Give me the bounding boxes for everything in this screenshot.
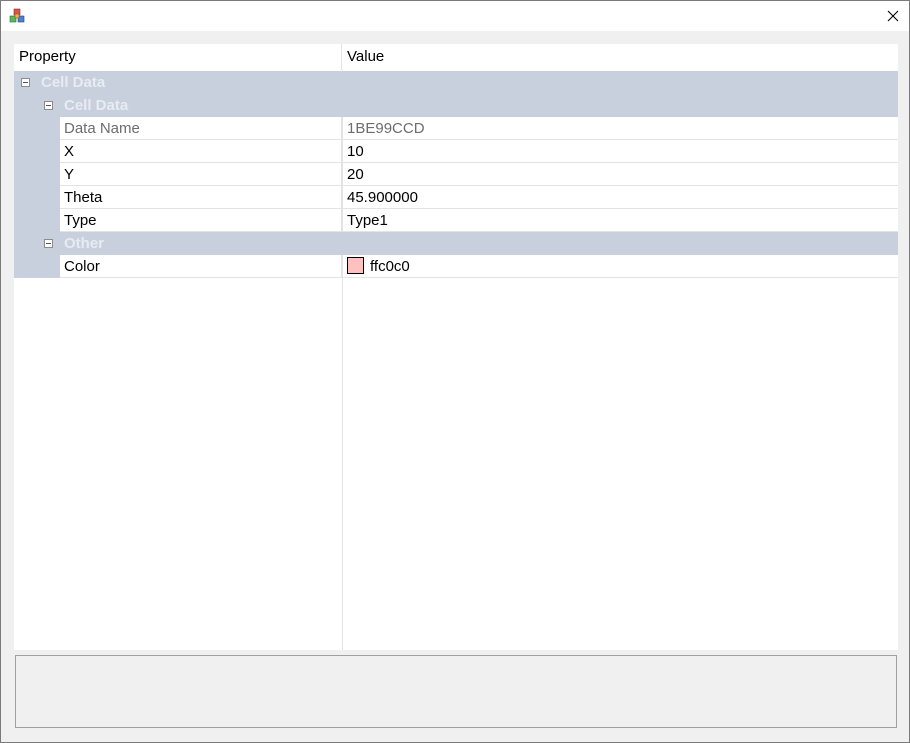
title-bar (1, 1, 909, 31)
property-row-color[interactable]: Color ffc0c0 (14, 255, 898, 278)
category-label: Other (64, 235, 105, 252)
property-dialog: Property Value Cell Data Cell Data Data … (0, 0, 910, 743)
property-value: 1BE99CCD (343, 117, 898, 140)
property-value-field[interactable]: 10 (343, 140, 898, 163)
collapse-icon[interactable] (44, 239, 53, 248)
row-margin (14, 163, 60, 186)
property-name: Color (60, 255, 342, 278)
category-row-other[interactable]: Other (14, 232, 898, 255)
property-name: Data Name (60, 117, 342, 140)
row-margin (14, 117, 60, 140)
row-margin (14, 255, 60, 278)
property-value-field[interactable]: 20 (343, 163, 898, 186)
property-row-y[interactable]: Y 20 (14, 163, 898, 186)
property-value-field[interactable]: ffc0c0 (343, 255, 898, 278)
category-row-root[interactable]: Cell Data (14, 71, 898, 94)
property-name: Y (60, 163, 342, 186)
property-grid[interactable]: Property Value Cell Data Cell Data Data … (14, 44, 898, 650)
color-value-text: ffc0c0 (370, 258, 410, 275)
property-name: Type (60, 209, 342, 232)
property-name: X (60, 140, 342, 163)
color-swatch[interactable] (347, 257, 364, 275)
property-row-data-name[interactable]: Data Name 1BE99CCD (14, 117, 898, 140)
close-button[interactable] (877, 1, 909, 31)
property-value-field[interactable]: 45.900000 (343, 186, 898, 209)
row-margin (14, 140, 60, 163)
category-label: Cell Data (41, 74, 106, 91)
app-cubes-icon (9, 8, 25, 24)
category-row-cell-data[interactable]: Cell Data (14, 94, 898, 117)
collapse-icon[interactable] (44, 101, 53, 110)
grid-header: Property Value (14, 44, 898, 70)
column-header-value[interactable]: Value (342, 44, 898, 70)
column-header-property[interactable]: Property (14, 44, 342, 70)
category-label: Cell Data (64, 97, 129, 114)
property-value-field[interactable]: Type1 (343, 209, 898, 232)
property-name: Theta (60, 186, 342, 209)
collapse-icon[interactable] (21, 78, 30, 87)
row-margin (14, 209, 60, 232)
description-panel (15, 655, 897, 728)
close-icon (887, 10, 899, 22)
property-row-type[interactable]: Type Type1 (14, 209, 898, 232)
property-row-theta[interactable]: Theta 45.900000 (14, 186, 898, 209)
property-row-x[interactable]: X 10 (14, 140, 898, 163)
row-margin (14, 186, 60, 209)
